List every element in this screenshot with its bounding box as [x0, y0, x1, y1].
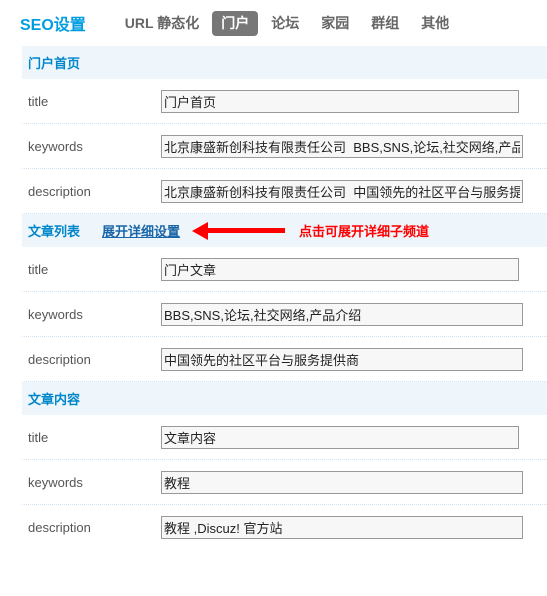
field-row: title: [22, 79, 547, 124]
field-input-title[interactable]: [161, 89, 519, 113]
tab-2[interactable]: 门户: [212, 10, 259, 36]
field-label-title: title: [28, 93, 49, 109]
seo-settings-content: 门户首页 title keywords description 文章列表 展开详细设置 点击…: [0, 46, 547, 550]
field-row: description: [22, 337, 547, 382]
field-input-title[interactable]: [161, 425, 519, 449]
tab-4[interactable]: 家园: [312, 11, 358, 36]
section-title: 文章列表: [28, 224, 81, 239]
expand-detail-settings-link[interactable]: 展开详细设置: [102, 221, 180, 240]
section-title: 文章内容: [28, 392, 81, 407]
field-label-title: title: [28, 261, 49, 277]
field-input-description[interactable]: [161, 516, 523, 539]
section-header: 文章内容: [22, 382, 547, 415]
page-title: SEO设置: [20, 17, 86, 34]
tab-3[interactable]: 论坛: [262, 11, 308, 36]
field-input-keywords[interactable]: [161, 302, 523, 326]
field-row: title: [22, 415, 547, 460]
field-row: keywords: [22, 292, 547, 337]
field-row: title: [22, 247, 547, 292]
top-tab-bar: SEO设置 URL 静态化 门户 论坛 家园 群组 其他: [0, 0, 547, 46]
annotation-group: 点击可展开详细子频道: [192, 221, 429, 240]
section-title: 门户首页: [28, 56, 81, 71]
field-label-title: title: [28, 429, 49, 445]
field-input-description[interactable]: [161, 179, 523, 203]
tab-6[interactable]: 其他: [412, 11, 458, 36]
field-label-keywords: keywords: [28, 474, 83, 490]
section-header: 文章列表 展开详细设置 点击可展开详细子频道: [22, 214, 547, 247]
field-input-description[interactable]: [161, 347, 523, 371]
field-row: keywords: [22, 124, 547, 169]
tab-1[interactable]: URL 静态化: [116, 11, 208, 36]
field-input-keywords[interactable]: [161, 134, 523, 158]
field-label-keywords: keywords: [28, 306, 83, 322]
left-arrow-icon: [192, 221, 209, 240]
arrow-shaft: [207, 228, 286, 233]
field-label-keywords: keywords: [28, 138, 83, 154]
field-row: description: [22, 505, 547, 550]
section-header: 门户首页: [22, 46, 547, 79]
field-label-description: description: [28, 351, 91, 367]
field-row: description: [22, 169, 547, 214]
field-row: keywords: [22, 460, 547, 505]
field-input-title[interactable]: [161, 257, 519, 281]
annotation-text: 点击可展开详细子频道: [299, 224, 430, 239]
field-label-description: description: [28, 183, 91, 199]
field-input-keywords[interactable]: [161, 470, 523, 494]
tab-list: URL 静态化 门户 论坛 家园 群组 其他: [116, 10, 458, 36]
field-label-description: description: [28, 520, 91, 535]
tab-5[interactable]: 群组: [362, 11, 408, 36]
